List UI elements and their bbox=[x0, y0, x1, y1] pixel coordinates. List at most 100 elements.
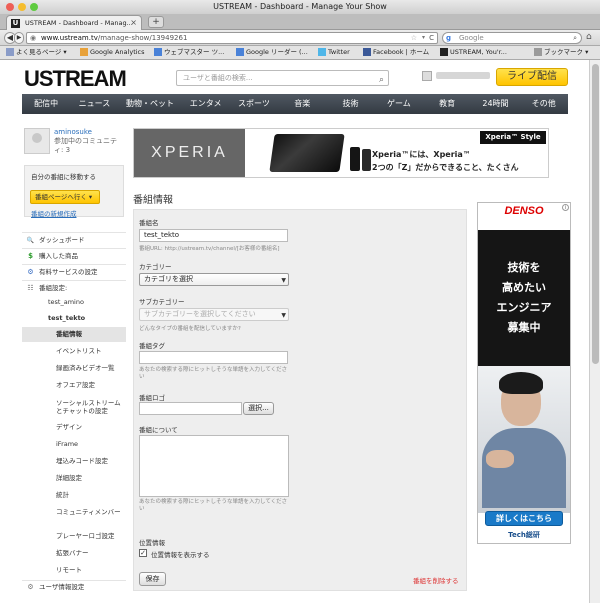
sidebar-item-user-settings[interactable]: ⚙ ユーザ情報設定 bbox=[22, 580, 126, 594]
user-name-menu[interactable] bbox=[436, 72, 490, 79]
nav-item[interactable]: 音楽 bbox=[278, 94, 326, 114]
new-show-link[interactable]: 番組の新規作成 bbox=[31, 208, 77, 218]
ad-copy-panel: 技術を 高めたい エンジニア 募集中 bbox=[478, 230, 570, 366]
subcategory-hint: どんなタイプの番組を配信していますか? bbox=[139, 326, 241, 332]
close-tab-icon[interactable]: × bbox=[130, 16, 137, 30]
user-avatar[interactable] bbox=[422, 71, 432, 81]
ad-details-button[interactable]: 詳しくはこちら bbox=[485, 511, 563, 526]
sidebar-item-dashboard[interactable]: 🔍 ダッシュボード bbox=[22, 232, 126, 247]
search-icon[interactable]: ⌕ bbox=[573, 33, 577, 43]
sidebar-subitem[interactable]: デザイン bbox=[22, 423, 126, 431]
about-show-textarea[interactable] bbox=[139, 435, 289, 497]
profile-avatar[interactable] bbox=[24, 128, 50, 154]
sidebar-subitem[interactable]: 統計 bbox=[22, 491, 126, 499]
nav-item[interactable]: 配信中 bbox=[22, 94, 70, 114]
sidebar-subitem[interactable]: iFrame bbox=[22, 440, 126, 448]
bookmark-item[interactable]: よく見るページ ▾ bbox=[6, 46, 67, 59]
nav-item[interactable]: 技術 bbox=[326, 94, 374, 114]
category-select-value: カテゴリを選択 bbox=[144, 275, 193, 283]
go-live-button[interactable]: ライブ配信 bbox=[496, 68, 568, 86]
nav-item[interactable]: 教育 bbox=[423, 94, 471, 114]
sidebar-subitem[interactable]: 拡張バナー bbox=[22, 549, 126, 557]
sidebar-item-paid-services[interactable]: ⚙ 有料サービスの設定 bbox=[22, 264, 126, 279]
scrollbar-thumb[interactable] bbox=[592, 64, 599, 364]
nav-item[interactable]: ゲーム bbox=[375, 94, 423, 114]
twitter-icon bbox=[318, 48, 326, 56]
sidebar-subitem[interactable]: イベントリスト bbox=[22, 347, 126, 355]
select-arrow-icon: ▼ bbox=[281, 312, 286, 319]
profile-name[interactable]: aminosuke bbox=[54, 128, 92, 136]
xperia-banner-ad[interactable]: XPERIA Xperia™ Style Xperia™には、Xperia™ 2… bbox=[133, 128, 549, 178]
nav-item[interactable]: エンタメ bbox=[181, 94, 229, 114]
photo-hair bbox=[499, 372, 543, 394]
bookmark-item[interactable]: USTREAM, You'r... bbox=[440, 46, 507, 59]
bookmark-item[interactable]: Google リーダー (... bbox=[236, 46, 308, 59]
ad-info-icon[interactable]: i bbox=[562, 204, 569, 211]
category-select[interactable]: カテゴリを選択 ▼ bbox=[139, 273, 289, 286]
xperia-style-tag: Xperia™ Style bbox=[480, 131, 546, 144]
delete-show-link[interactable]: 番組を削除する bbox=[413, 575, 459, 585]
location-label: 位置情報 bbox=[139, 539, 165, 547]
nav-item[interactable]: ニュース bbox=[70, 94, 118, 114]
sidebar-item-label: 購入した商品 bbox=[39, 252, 78, 260]
sidebar-subitem[interactable]: 埋込みコード設定 bbox=[22, 457, 126, 465]
bookmark-star-icon[interactable]: ☆ bbox=[411, 33, 417, 43]
minimize-window-button[interactable] bbox=[18, 3, 26, 11]
search-icon[interactable]: ⌕ bbox=[379, 73, 384, 87]
forward-button[interactable]: ▶ bbox=[14, 32, 24, 44]
category-label: カテゴリー bbox=[139, 263, 172, 271]
sidebar-subitem[interactable]: プレーヤーロゴ設定 bbox=[22, 532, 126, 540]
nav-item[interactable]: スポーツ bbox=[230, 94, 278, 114]
ustream-logo[interactable]: USTREAM bbox=[24, 66, 127, 92]
select-file-button[interactable]: 選択... bbox=[243, 402, 274, 415]
browser-search-box[interactable]: g Google ⌕ bbox=[442, 32, 582, 44]
sidebar-subitem[interactable]: 録画済みビデオ一覧 bbox=[22, 364, 126, 372]
dropdown-icon[interactable]: ▾ bbox=[422, 33, 425, 43]
show-tag-input[interactable] bbox=[139, 351, 288, 364]
sidebar-subitem[interactable]: 詳細設定 bbox=[22, 474, 126, 482]
bookmarks-menu[interactable]: ブックマーク ▾ bbox=[534, 46, 588, 59]
bookmark-item[interactable]: Twitter bbox=[318, 46, 350, 59]
bookmark-item[interactable]: Facebook | ホーム bbox=[363, 46, 429, 59]
gear-icon: ⚙ bbox=[27, 267, 34, 276]
show-logo-file-input[interactable] bbox=[139, 402, 242, 415]
sidebar-subitem[interactable]: コミュニティメンバー bbox=[22, 508, 126, 516]
about-show-label: 番組について bbox=[139, 426, 178, 434]
nav-item[interactable]: 24時間 bbox=[471, 94, 519, 114]
bookmark-item[interactable]: ウェブマスター ツ... bbox=[154, 46, 224, 59]
home-icon[interactable]: ⌂ bbox=[586, 32, 592, 42]
location-checkbox-label[interactable]: 位置情報を表示する bbox=[151, 549, 210, 559]
new-tab-button[interactable]: + bbox=[148, 16, 164, 28]
denso-ad[interactable]: DENSO i 技術を 高めたい エンジニア 募集中 詳しくはこちら Tech総… bbox=[477, 202, 571, 544]
sidebar-show-test-amino[interactable]: test_amino bbox=[48, 298, 84, 306]
magnifier-icon: 🔍 bbox=[26, 236, 35, 244]
sidebar-subitem[interactable]: リモート bbox=[22, 566, 126, 574]
browser-tab[interactable]: U USTREAM - Dashboard - Manag... × bbox=[6, 15, 142, 30]
save-button[interactable]: 保存 bbox=[139, 572, 166, 586]
subcategory-select[interactable]: サブカテゴリーを選択してください ▼ bbox=[139, 308, 289, 321]
reload-icon[interactable]: C bbox=[429, 33, 434, 43]
sidebar-item-show-settings[interactable]: ☷ 番組設定: bbox=[22, 280, 126, 295]
show-name-input[interactable]: test_tekto bbox=[139, 229, 288, 242]
address-bar[interactable]: ◉ www.ustream.tv/manage-show/13949261 ☆ … bbox=[26, 32, 438, 44]
sidebar-subitem-show-info[interactable]: 番組情報 bbox=[22, 327, 126, 342]
site-identity-icon[interactable]: ◉ bbox=[30, 33, 36, 43]
go-to-show-button[interactable]: 番組ページへ行く ▾ bbox=[30, 190, 100, 204]
site-search-input[interactable]: ユーザと番組の検索... ⌕ bbox=[176, 70, 389, 86]
tab-bar: U USTREAM - Dashboard - Manag... × + bbox=[0, 14, 600, 30]
ad-footer-logo: Tech総研 bbox=[508, 531, 540, 539]
show-tag-label: 番組タグ bbox=[139, 342, 165, 350]
sidebar-show-test-tekto[interactable]: test_tekto bbox=[48, 314, 85, 322]
close-window-button[interactable] bbox=[6, 3, 14, 11]
nav-item[interactable]: 動物・ペット bbox=[119, 94, 182, 114]
page-scrollbar[interactable] bbox=[589, 60, 600, 603]
bookmark-item[interactable]: Google Analytics bbox=[80, 46, 145, 59]
sidebar-subitem[interactable]: ソーシャルストリームとチャットの設定 bbox=[22, 399, 126, 415]
nav-item[interactable]: その他 bbox=[520, 94, 568, 114]
phone-image bbox=[350, 147, 360, 171]
section-title: 番組情報 bbox=[133, 195, 173, 206]
location-checkbox[interactable]: ✓ bbox=[139, 549, 147, 557]
zoom-window-button[interactable] bbox=[30, 3, 38, 11]
sidebar-subitem[interactable]: オフエア設定 bbox=[22, 381, 126, 389]
sidebar-item-purchases[interactable]: $ 購入した商品 bbox=[22, 248, 126, 263]
